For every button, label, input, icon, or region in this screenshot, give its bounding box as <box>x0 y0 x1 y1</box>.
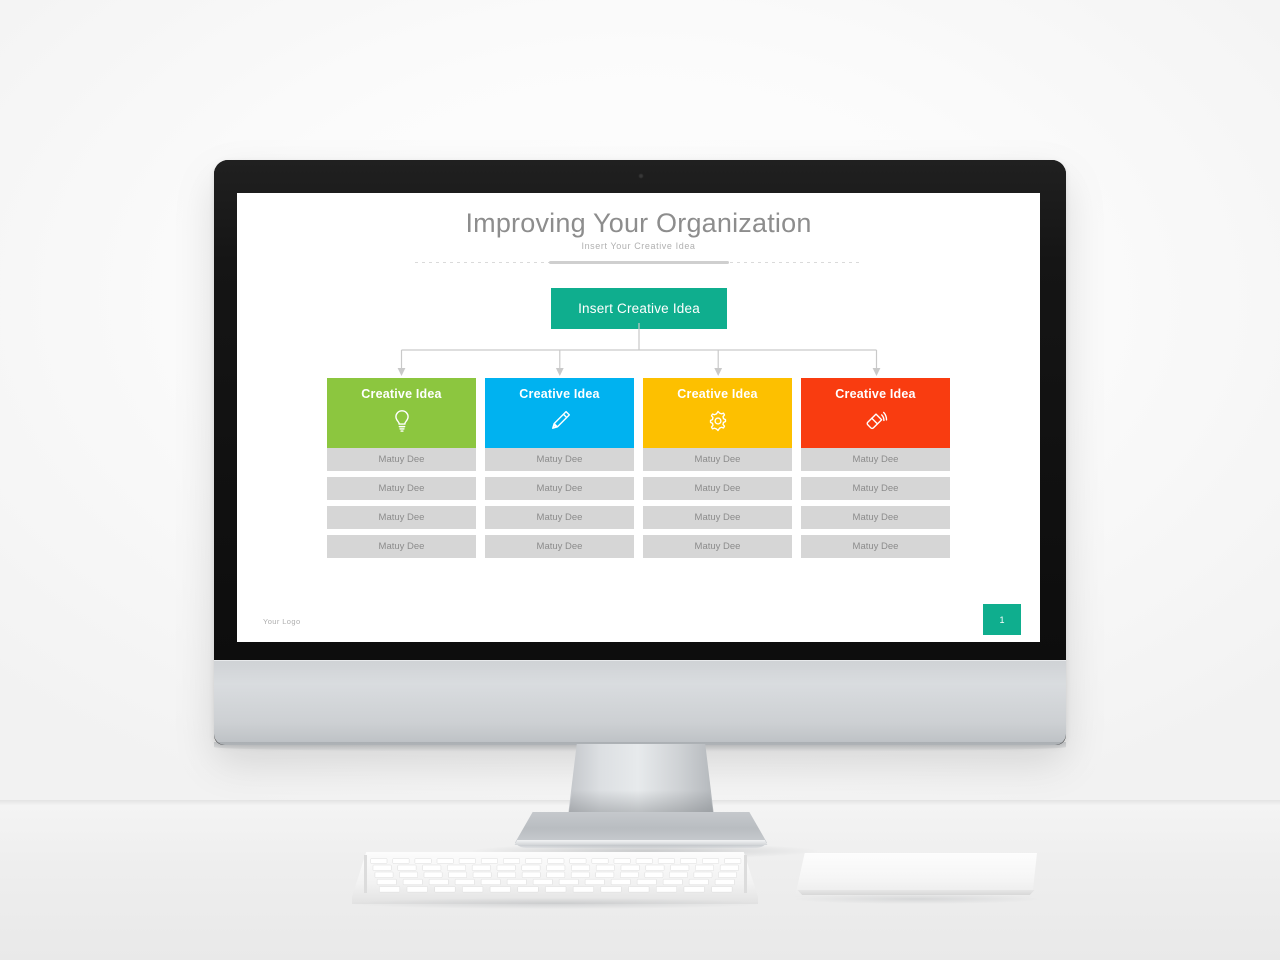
keyboard-keys <box>364 855 747 893</box>
card-columns: Creative Idea Matuy Dee Matuy Dee Matuy … <box>327 378 951 558</box>
card-row[interactable]: Matuy Dee <box>801 506 950 529</box>
card-header[interactable]: Creative Idea <box>485 378 634 448</box>
card-row[interactable]: Matuy Dee <box>643 506 792 529</box>
card-row[interactable]: Matuy Dee <box>485 477 634 500</box>
card-row[interactable]: Matuy Dee <box>327 506 476 529</box>
card-header[interactable]: Creative Idea <box>801 378 950 448</box>
trackpad-shadow <box>793 894 1041 904</box>
card-row[interactable]: Matuy Dee <box>327 535 476 558</box>
card-row[interactable]: Matuy Dee <box>643 535 792 558</box>
page-number-badge: 1 <box>983 604 1021 635</box>
card-title: Creative Idea <box>835 387 916 401</box>
divider-solid-segment <box>549 261 729 264</box>
scene: Improving Your Organization Insert Your … <box>0 0 1280 960</box>
webcam-icon <box>638 173 644 179</box>
pencil-icon <box>545 406 575 436</box>
card-row[interactable]: Matuy Dee <box>801 448 950 471</box>
title-divider <box>415 261 863 265</box>
monitor-chin <box>214 660 1066 745</box>
lightbulb-icon <box>387 406 417 436</box>
card-title: Creative Idea <box>361 387 442 401</box>
logo-placeholder: Your Logo <box>263 617 301 626</box>
page-subtitle: Insert Your Creative Idea <box>581 241 696 251</box>
card-column[interactable]: Creative Idea Matuy Dee Matuy Dee Matuy … <box>643 378 792 558</box>
card-row[interactable]: Matuy Dee <box>801 477 950 500</box>
card-column[interactable]: Creative Idea Matuy Dee Matuy Dee Matuy … <box>485 378 634 558</box>
card-row[interactable]: Matuy Dee <box>485 448 634 471</box>
card-header[interactable]: Creative Idea <box>327 378 476 448</box>
card-row[interactable]: Matuy Dee <box>643 448 792 471</box>
keyboard-shadow <box>350 898 762 909</box>
card-row[interactable]: Matuy Dee <box>327 448 476 471</box>
card-title: Creative Idea <box>519 387 600 401</box>
card-column[interactable]: Creative Idea Matuy Dee Matuy Dee Matuy … <box>801 378 950 558</box>
page-title: Improving Your Organization <box>465 208 812 238</box>
card-row[interactable]: Matuy Dee <box>485 506 634 529</box>
card-row[interactable]: Matuy Dee <box>327 477 476 500</box>
card-row[interactable]: Matuy Dee <box>485 535 634 558</box>
gear-icon <box>703 406 733 436</box>
megaphone-icon <box>861 406 891 436</box>
card-column[interactable]: Creative Idea Matuy Dee Matuy Dee Matuy … <box>327 378 476 558</box>
presentation-slide: Improving Your Organization Insert Your … <box>237 193 1040 642</box>
card-row[interactable]: Matuy Dee <box>643 477 792 500</box>
org-chart-connectors <box>397 323 881 376</box>
card-title: Creative Idea <box>677 387 758 401</box>
card-row[interactable]: Matuy Dee <box>801 535 950 558</box>
card-header[interactable]: Creative Idea <box>643 378 792 448</box>
